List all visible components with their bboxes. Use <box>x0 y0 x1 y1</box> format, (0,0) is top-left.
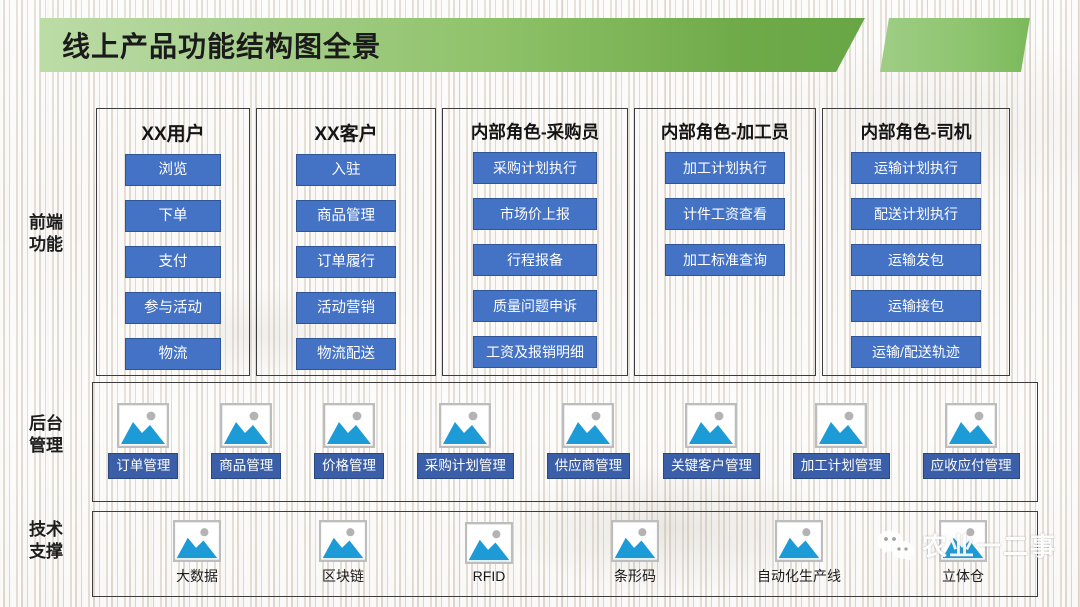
backend-module[interactable]: 供应商管理 <box>546 403 631 479</box>
function-button[interactable]: 配送计划执行 <box>851 198 981 230</box>
section-label-tech-line2: 支撑 <box>29 542 63 562</box>
function-button[interactable]: 计件工资查看 <box>665 198 785 230</box>
role-column-xx-user: XX用户 浏览 下单 支付 参与活动 物流 <box>96 108 250 376</box>
function-button[interactable]: 运输接包 <box>851 290 981 322</box>
function-button[interactable]: 加工标准查询 <box>665 244 785 276</box>
role-column-processor: 内部角色-加工员 加工计划执行 计件工资查看 加工标准查询 <box>634 108 816 376</box>
tech-module[interactable]: 立体仓 <box>939 520 987 586</box>
section-label-backend: 后台 管理 <box>8 413 84 457</box>
tech-module[interactable]: 自动化生产线 <box>757 520 841 586</box>
role-column-driver: 内部角色-司机 运输计划执行 配送计划执行 运输发包 运输接包 运输/配送轨迹 <box>822 108 1010 376</box>
backend-module[interactable]: 价格管理 <box>314 403 385 479</box>
tech-module[interactable]: RFID <box>465 522 513 584</box>
function-button[interactable]: 运输发包 <box>851 244 981 276</box>
role-column-xx-customer: XX客户 入驻 商品管理 订单履行 活动营销 物流配送 <box>256 108 436 376</box>
function-button[interactable]: 市场价上报 <box>473 198 597 230</box>
image-placeholder-icon <box>775 520 823 562</box>
function-button[interactable]: 运输/配送轨迹 <box>851 336 981 368</box>
image-placeholder-icon <box>465 522 513 564</box>
role-column-title: 内部角色-加工员 <box>660 122 790 142</box>
section-label-backend-line1: 后台 <box>29 414 63 433</box>
tech-module-label: 区块链 <box>322 568 364 584</box>
tech-module-label: 立体仓 <box>942 568 984 584</box>
section-label-frontend-line1: 前端 <box>29 213 63 232</box>
role-column-buyer: 内部角色-采购员 采购计划执行 市场价上报 行程报备 质量问题申诉 工资及报销明… <box>442 108 628 376</box>
image-placeholder-icon <box>173 520 221 562</box>
tech-module-label: 自动化生产线 <box>757 568 841 584</box>
backend-module-label: 应收应付管理 <box>922 453 1020 479</box>
frontend-section: XX用户 浏览 下单 支付 参与活动 物流 XX客户 入驻 商品管理 订单履行 … <box>96 108 1036 376</box>
section-label-frontend-line2: 功能 <box>29 235 63 255</box>
role-column-title: 内部角色-采购员 <box>470 122 600 142</box>
image-placeholder-icon <box>117 403 170 448</box>
function-button[interactable]: 采购计划执行 <box>473 152 597 184</box>
section-label-tech-line1: 技术 <box>29 520 63 539</box>
function-button[interactable]: 商品管理 <box>296 200 396 232</box>
image-placeholder-icon <box>562 403 615 448</box>
section-label-backend-line2: 管理 <box>29 436 63 456</box>
backend-section: 订单管理 商品管理 价格管理 采购计划管理 供应商管理 关键客户管理 加工计划管… <box>92 382 1036 500</box>
tech-section: 大数据 区块链 RFID 条形码 自动化生产线 立体仓 <box>92 511 1036 595</box>
header-banner: 线上产品功能结构图全景 <box>40 18 865 72</box>
tech-module-label: 条形码 <box>614 568 656 584</box>
function-button[interactable]: 质量问题申诉 <box>473 290 597 322</box>
role-column-title: XX用户 <box>141 124 205 145</box>
function-button[interactable]: 订单履行 <box>296 246 396 278</box>
backend-module[interactable]: 应收应付管理 <box>922 403 1020 479</box>
function-button[interactable]: 物流配送 <box>296 338 396 370</box>
function-button[interactable]: 参与活动 <box>125 292 221 324</box>
function-button[interactable]: 下单 <box>125 200 221 232</box>
function-button[interactable]: 物流 <box>125 338 221 370</box>
function-button[interactable]: 运输计划执行 <box>851 152 981 184</box>
role-column-title: 内部角色-司机 <box>860 122 972 142</box>
function-button[interactable]: 工资及报销明细 <box>473 336 597 368</box>
backend-module-label: 价格管理 <box>314 453 385 479</box>
image-placeholder-icon <box>319 520 367 562</box>
function-button[interactable]: 浏览 <box>125 154 221 186</box>
image-placeholder-icon <box>685 403 738 448</box>
section-label-frontend: 前端 功能 <box>8 212 84 256</box>
backend-module[interactable]: 采购计划管理 <box>416 403 514 479</box>
image-placeholder-icon <box>611 520 659 562</box>
tech-module-label: 大数据 <box>176 568 218 584</box>
backend-module-label: 商品管理 <box>211 453 282 479</box>
function-button[interactable]: 活动营销 <box>296 292 396 324</box>
tech-module[interactable]: 大数据 <box>173 520 221 586</box>
function-button[interactable]: 入驻 <box>296 154 396 186</box>
section-label-tech: 技术 支撑 <box>8 519 84 563</box>
function-button[interactable]: 行程报备 <box>473 244 597 276</box>
backend-module[interactable]: 关键客户管理 <box>662 403 760 479</box>
tech-module-label: RFID <box>472 568 506 584</box>
image-placeholder-icon <box>220 403 273 448</box>
image-placeholder-icon <box>439 403 492 448</box>
tech-module[interactable]: 条形码 <box>611 520 659 586</box>
header-accent-shape <box>880 18 1030 72</box>
backend-module-label: 采购计划管理 <box>416 453 514 479</box>
backend-module[interactable]: 订单管理 <box>108 403 179 479</box>
tech-module[interactable]: 区块链 <box>319 520 367 586</box>
backend-module-label: 关键客户管理 <box>662 453 760 479</box>
backend-module-label: 供应商管理 <box>546 453 631 479</box>
role-column-title: XX客户 <box>314 124 378 145</box>
backend-module-label: 订单管理 <box>108 453 179 479</box>
function-button[interactable]: 支付 <box>125 246 221 278</box>
function-button[interactable]: 加工计划执行 <box>665 152 785 184</box>
page-title: 线上产品功能结构图全景 <box>62 31 382 62</box>
image-placeholder-icon <box>939 520 987 562</box>
image-placeholder-icon <box>323 403 376 448</box>
backend-module[interactable]: 加工计划管理 <box>792 403 890 479</box>
image-placeholder-icon <box>945 403 998 448</box>
backend-module[interactable]: 商品管理 <box>211 403 282 479</box>
backend-module-label: 加工计划管理 <box>792 453 890 479</box>
image-placeholder-icon <box>815 403 868 448</box>
